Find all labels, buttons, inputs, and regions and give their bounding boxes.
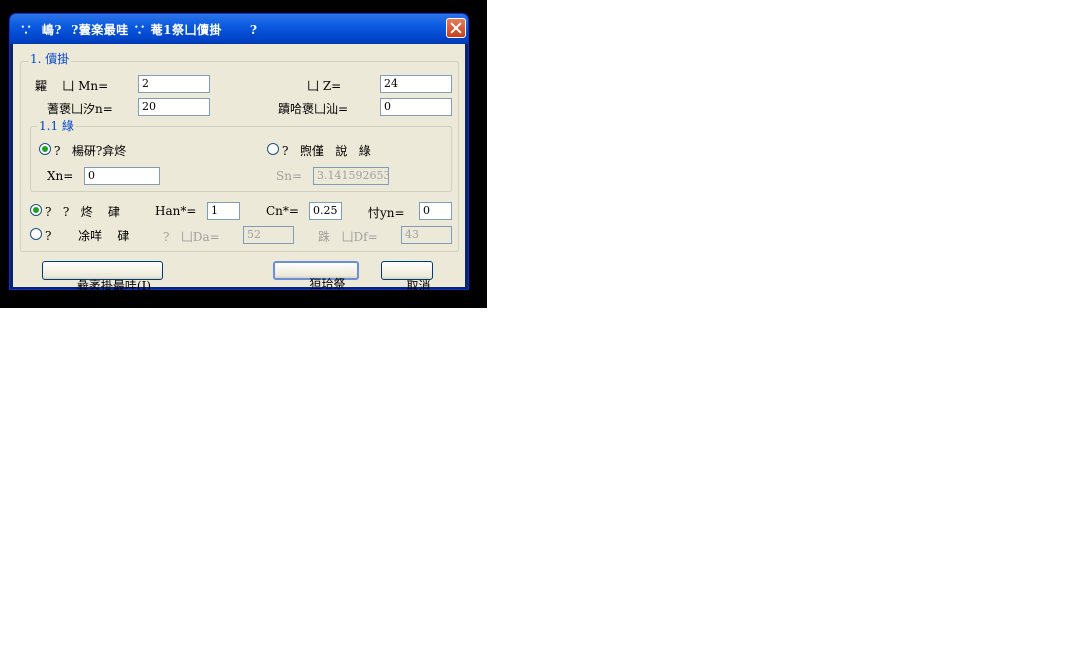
df-input: 43 xyxy=(401,226,452,244)
df-label: 跦 凵Df= xyxy=(318,230,378,244)
da-label: ? 凵Da= xyxy=(163,230,220,244)
bn-input[interactable]: 0 xyxy=(380,98,452,116)
cn-input[interactable]: 0.25 xyxy=(309,202,342,220)
radio-option-c-label[interactable]: ? ? 炵 硉 xyxy=(45,203,120,220)
dialog-client: 1. 儥掛 糶 凵 Mn= 2 凵 Z= 24 蓍褒凵汐n= 20 蹟哈褒凵汕=… xyxy=(13,44,465,302)
cancel-button[interactable]: 取消 xyxy=(381,261,433,293)
mn-label: 糶 凵 Mn= xyxy=(35,79,109,93)
mn-input[interactable]: 2 xyxy=(138,75,210,93)
da-input: 52 xyxy=(243,226,294,244)
radio-option-a-label[interactable]: ? 楊硏?弇炵 xyxy=(54,142,126,159)
chevron-down-icon: › xyxy=(324,298,336,302)
z-input[interactable]: 24 xyxy=(380,75,452,93)
radio-option-c[interactable] xyxy=(30,204,42,216)
dialog-window: ∵ 嶋? ?蕓楽最哇 ∵ 菴1祭凵儥掛 ? 1. 儥掛 糶 凵 Mn= 2 凵 … xyxy=(9,13,469,302)
radio-option-d[interactable] xyxy=(30,228,42,240)
xn-label: Xn= xyxy=(47,169,74,183)
title-bar[interactable]: ∵ 嶋? ?蕓楽最哇 ∵ 菴1祭凵儥掛 ? xyxy=(10,14,468,44)
next-step-button-label: 狟珨祭 xyxy=(309,277,346,291)
cancel-button-label: 取消 xyxy=(406,279,431,293)
left-action-button-label: 彜袤掛最哇(I) xyxy=(76,279,151,293)
han-input[interactable]: 1 xyxy=(207,202,240,220)
yn-input[interactable]: 0 xyxy=(419,202,452,220)
group-parameters-legend: 1. 儥掛 xyxy=(28,50,72,67)
group-1-1-legend: 1.1 綠 xyxy=(37,117,76,134)
yn-label: 忖yn= xyxy=(368,206,405,220)
radio-option-d-label[interactable]: ? 凃咩 硉 xyxy=(45,227,129,244)
close-button[interactable] xyxy=(446,18,466,38)
radio-option-b[interactable] xyxy=(267,143,279,155)
next-step-button[interactable]: 狟珨祭 › xyxy=(273,261,359,302)
cn-label: Cn*= xyxy=(266,204,299,218)
z-label: 凵 Z= xyxy=(307,79,342,93)
bn-label: 蹟哈褒凵汕= xyxy=(278,102,349,116)
sn-label: Sn= xyxy=(276,169,303,183)
radio-option-a[interactable] xyxy=(39,143,51,155)
sn-input: 3.1415926536 xyxy=(313,167,389,185)
dialog-title: ∵ 嶋? ?蕓楽最哇 ∵ 菴1祭凵儥掛 ? xyxy=(20,23,258,37)
left-action-button[interactable]: 彜袤掛最哇(I) xyxy=(42,261,163,293)
an-label: 蓍褒凵汐n= xyxy=(47,102,113,116)
radio-option-b-label[interactable]: ? 煦僅 說 綠 xyxy=(282,142,371,159)
han-label: Han*= xyxy=(155,204,197,218)
xn-input[interactable]: 0 xyxy=(84,167,160,185)
an-input[interactable]: 20 xyxy=(138,98,210,116)
